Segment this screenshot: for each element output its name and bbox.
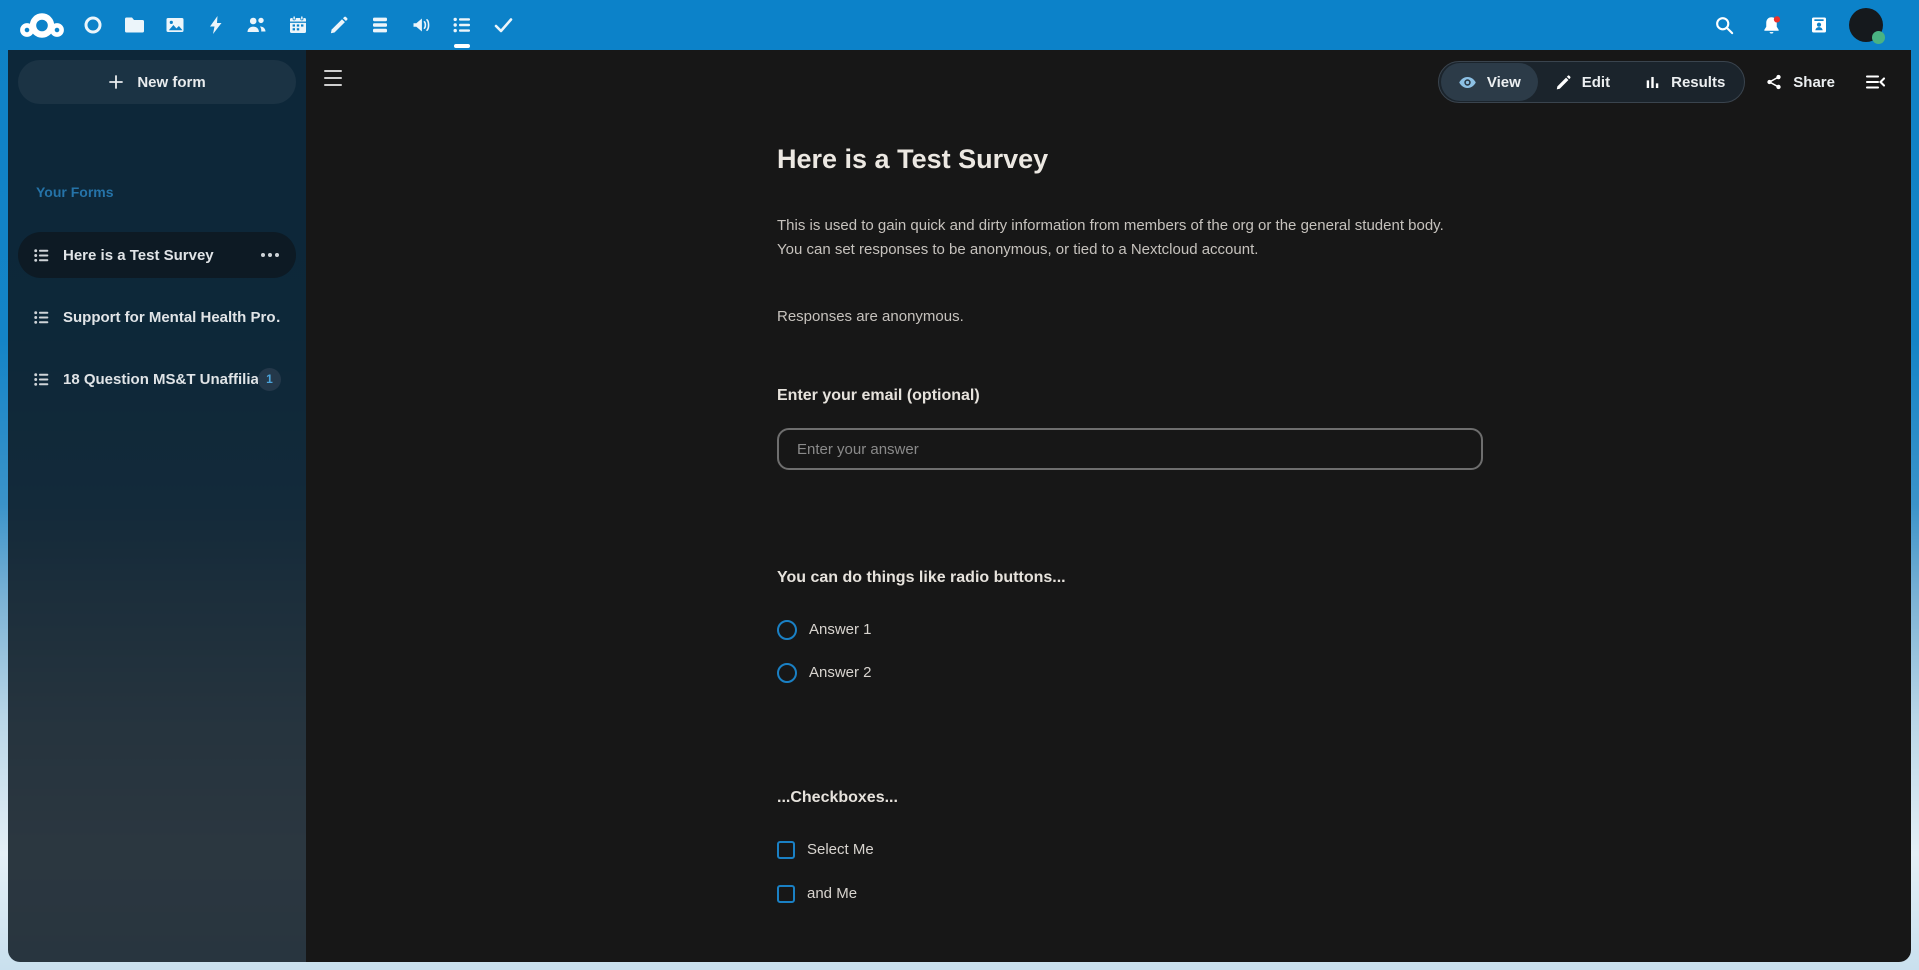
- form-item-label: 18 Question MS&T Unaffilia…: [63, 371, 258, 388]
- radio-icon[interactable]: [777, 663, 797, 683]
- user-avatar[interactable]: [1842, 0, 1889, 50]
- photos-icon[interactable]: [154, 0, 195, 50]
- new-form-button[interactable]: New form: [18, 60, 296, 104]
- tasks-icon[interactable]: [482, 0, 523, 50]
- notes-icon[interactable]: [318, 0, 359, 50]
- checkbox-icon[interactable]: [777, 841, 795, 859]
- checkbox-option-label: and Me: [807, 882, 857, 906]
- question-title-email: Enter your email (optional): [777, 386, 980, 406]
- online-status-dot: [1872, 31, 1885, 44]
- notifications-bell-icon[interactable]: [1748, 0, 1795, 50]
- form-list-item-18-question[interactable]: 18 Question MS&T Unaffilia… 1: [18, 356, 296, 402]
- mode-switcher: View Edit Results: [1438, 61, 1745, 103]
- status-circle-icon[interactable]: [72, 0, 113, 50]
- app-menu: [72, 0, 523, 50]
- checkbox-option-and-me[interactable]: and Me: [777, 882, 857, 906]
- calendar-icon[interactable]: [277, 0, 318, 50]
- nextcloud-logo-icon[interactable]: [19, 0, 65, 50]
- share-icon: [1765, 73, 1783, 91]
- response-counter-badge: 1: [258, 368, 281, 391]
- plus-icon: [108, 74, 124, 90]
- radio-option-label: Answer 1: [809, 618, 872, 642]
- radio-option-answer-2[interactable]: Answer 2: [777, 661, 872, 685]
- sidebar-toggle-icon[interactable]: [1855, 61, 1895, 103]
- form-list-icon: [33, 309, 50, 326]
- avatar[interactable]: [1849, 8, 1883, 42]
- your-forms-caption: Your Forms: [36, 184, 114, 200]
- top-bar-right: [1701, 0, 1889, 50]
- question-title-radio: You can do things like radio buttons...: [777, 568, 1066, 588]
- edit-tab-label: Edit: [1582, 74, 1610, 91]
- active-app-indicator: [454, 44, 470, 48]
- search-icon[interactable]: [1701, 0, 1748, 50]
- checkbox-option-select-me[interactable]: Select Me: [777, 838, 874, 862]
- item-actions-menu-icon[interactable]: [259, 249, 281, 261]
- contacts-menu-icon[interactable]: [1795, 0, 1842, 50]
- question-title-checkbox: ...Checkboxes...: [777, 788, 898, 808]
- form-list-item-test-survey[interactable]: Here is a Test Survey: [18, 232, 296, 278]
- anonymous-note: Responses are anonymous.: [777, 308, 964, 326]
- view-tab-label: View: [1487, 74, 1521, 91]
- contacts-icon[interactable]: [236, 0, 277, 50]
- form-item-label: Here is a Test Survey: [63, 247, 259, 264]
- deck-icon[interactable]: [359, 0, 400, 50]
- form-list-item-mental-health[interactable]: Support for Mental Health Pro…: [18, 294, 296, 340]
- forms-sidebar: New form Your Forms Here is a Test Surve…: [8, 50, 306, 962]
- survey-title: Here is a Test Survey: [777, 142, 1048, 176]
- share-button-label: Share: [1793, 74, 1835, 91]
- radio-icon[interactable]: [777, 620, 797, 640]
- form-list-icon: [33, 247, 50, 264]
- survey-view: Here is a Test Survey This is used to ga…: [777, 50, 1483, 962]
- results-tab[interactable]: Results: [1627, 63, 1742, 101]
- email-answer-input[interactable]: [777, 428, 1483, 470]
- form-item-label: Support for Mental Health Pro…: [63, 309, 281, 326]
- radio-option-answer-1[interactable]: Answer 1: [777, 618, 872, 642]
- announcements-icon[interactable]: [400, 0, 441, 50]
- app-frame: New form Your Forms Here is a Test Surve…: [8, 50, 1911, 962]
- top-bar: [0, 0, 1919, 50]
- new-form-label: New form: [137, 74, 205, 91]
- radio-option-label: Answer 2: [809, 661, 872, 685]
- form-action-bar: View Edit Results Share: [1438, 61, 1895, 103]
- results-tab-label: Results: [1671, 74, 1725, 91]
- bar-chart-icon: [1644, 74, 1661, 91]
- main-content: View Edit Results Share Here is a T: [306, 50, 1911, 962]
- checkbox-option-label: Select Me: [807, 838, 874, 862]
- survey-description: This is used to gain quick and dirty inf…: [777, 214, 1483, 261]
- checkbox-icon[interactable]: [777, 885, 795, 903]
- navigation-toggle-icon[interactable]: [324, 70, 342, 86]
- activity-icon[interactable]: [195, 0, 236, 50]
- share-button[interactable]: Share: [1751, 61, 1849, 103]
- files-icon[interactable]: [113, 0, 154, 50]
- edit-tab[interactable]: Edit: [1538, 63, 1627, 101]
- form-list-icon: [33, 371, 50, 388]
- notification-dot: [1774, 16, 1780, 22]
- forms-icon[interactable]: [441, 0, 482, 50]
- form-list: Here is a Test Survey Support for Mental…: [18, 232, 296, 418]
- pencil-icon: [1555, 74, 1572, 91]
